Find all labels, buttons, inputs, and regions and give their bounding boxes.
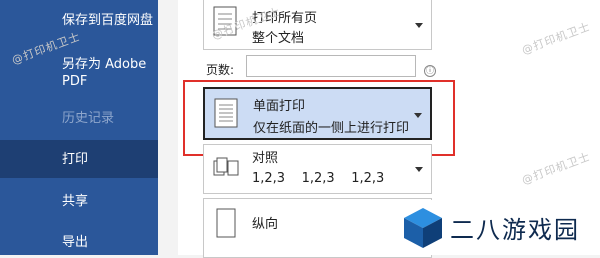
nav-save-to-baidu[interactable]: 保存到百度网盘: [0, 12, 158, 29]
portrait-page-icon: [216, 208, 236, 238]
collate-dropdown[interactable]: 对照 1,2,3 1,2,3 1,2,3: [203, 144, 432, 194]
info-icon[interactable]: ⓘ: [424, 65, 436, 77]
collate-title: 对照: [252, 151, 279, 166]
pages-label: 页数:: [206, 63, 235, 77]
chevron-down-icon: [415, 23, 423, 28]
collate-subtitle: 1,2,3 1,2,3 1,2,3: [252, 171, 385, 186]
print-range-subtitle: 整个文档: [252, 31, 305, 46]
chevron-down-icon: [415, 167, 423, 172]
pages-input[interactable]: [246, 55, 416, 77]
cube-logo-icon: [404, 208, 442, 248]
nav-export[interactable]: 导出: [0, 234, 158, 251]
orientation-title: 纵向: [252, 217, 279, 232]
nav-print-label: 打印: [62, 151, 89, 167]
logo-text: 二八游戏园: [450, 216, 580, 244]
site-logo: 二八游戏园: [390, 200, 600, 255]
panel-divider: [158, 0, 178, 255]
nav-history[interactable]: 历史记录: [0, 110, 158, 127]
nav-share[interactable]: 共享: [0, 193, 158, 210]
collate-icon: [213, 157, 239, 176]
nav-print[interactable]: 打印: [0, 140, 158, 178]
